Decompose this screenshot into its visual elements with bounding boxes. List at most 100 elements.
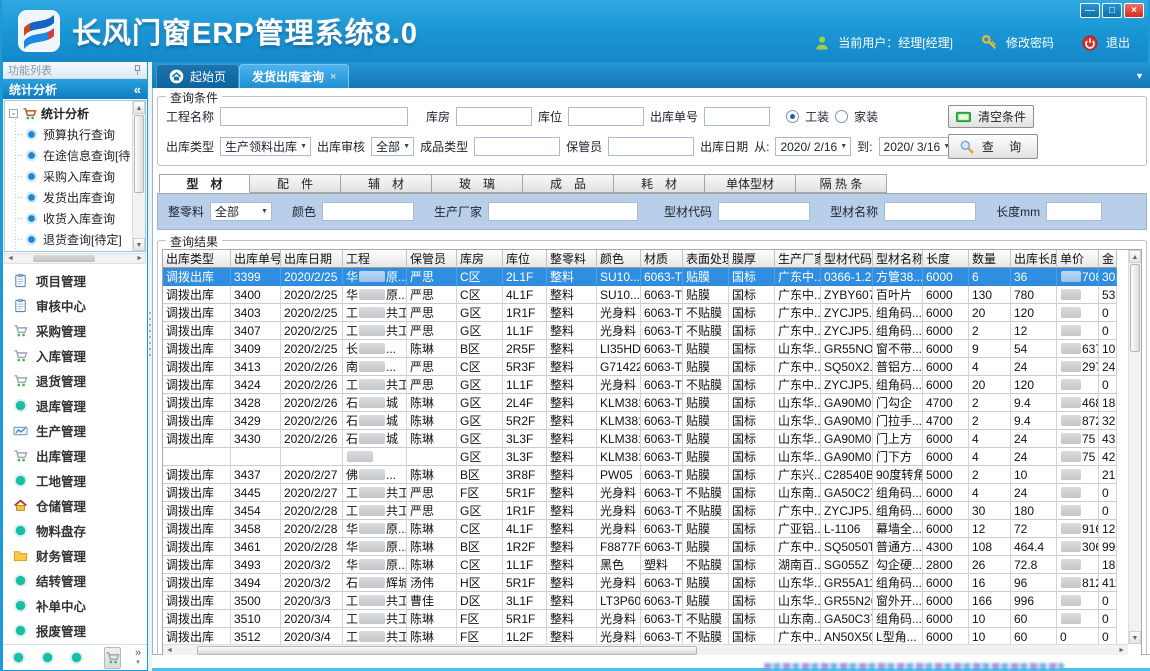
tree-item[interactable]: 退货查询[待定] xyxy=(7,229,131,250)
table-row[interactable]: 调拨出库34542020/2/28工共工程严思G区1R1F整料光身料6063-T… xyxy=(163,502,1117,520)
sidebar-item-home[interactable]: 仓储管理 xyxy=(3,493,147,518)
tree-vertical-scrollbar[interactable]: ▲ ▼ xyxy=(132,101,145,251)
column-header[interactable]: 出库长度 xyxy=(1011,250,1057,268)
table-row[interactable]: 调拨出库34132020/2/26南...严思C区5R3F整料G71422606… xyxy=(163,358,1117,376)
search-button[interactable]: 查 询 xyxy=(948,134,1038,159)
product-type-input[interactable] xyxy=(474,137,560,156)
table-row[interactable]: 调拨出库34932020/3/2华原...陈琳C区1L1F整料黑色塑料不贴膜国标… xyxy=(163,556,1117,574)
scroll-down-icon[interactable]: ▼ xyxy=(133,238,145,251)
table-row[interactable]: 调拨出库34942020/3/2石辉城汤伟H区5R1F整料光身料6063-T5贴… xyxy=(163,574,1117,592)
profile-code-input[interactable] xyxy=(718,202,810,221)
section-header-statistics[interactable]: 统计分析 « xyxy=(3,79,147,99)
grid-hscroll-thumb[interactable] xyxy=(197,646,697,655)
sidebar-item-cart[interactable]: 入库管理 xyxy=(3,343,147,368)
table-row[interactable]: 调拨出库34582020/2/28华原...陈琳C区4L1F整料光身料6063-… xyxy=(163,520,1117,538)
table-row[interactable]: 调拨出库34302020/2/26石城陈琳G区3L3F整料KLM38176063… xyxy=(163,430,1117,448)
sidebar-item-dot[interactable]: 工地管理 xyxy=(3,468,147,493)
tree-item[interactable]: 退库管理[待定] xyxy=(7,250,131,251)
scroll-up-icon[interactable]: ▲ xyxy=(133,101,145,114)
column-header[interactable]: 表面处理 xyxy=(683,250,729,268)
sidebar-item-cart[interactable]: 退货管理 xyxy=(3,368,147,393)
sidebar-item-dot[interactable]: 补单中心 xyxy=(3,593,147,618)
sidebar-item-cart[interactable]: 出库管理 xyxy=(3,443,147,468)
column-header[interactable]: 出库类型 xyxy=(163,250,231,268)
scroll-down-icon[interactable]: ▼ xyxy=(1129,631,1141,644)
column-header[interactable]: 库房 xyxy=(457,250,503,268)
column-header[interactable]: 出库单号 xyxy=(231,250,281,268)
column-header[interactable]: 型材名称 xyxy=(873,250,923,268)
tree-item[interactable]: 在途信息查询[待 xyxy=(7,145,131,166)
grid-scroll-thumb[interactable] xyxy=(1130,264,1140,352)
radio-jiazhuang[interactable] xyxy=(835,110,848,123)
sidebar-item-clipboard[interactable]: 项目管理 xyxy=(3,268,147,293)
sidebar-item-dot[interactable]: 退库管理 xyxy=(3,393,147,418)
logout-link[interactable]: 退出 xyxy=(1106,34,1130,51)
key-icon[interactable] xyxy=(981,34,998,51)
column-header[interactable]: 出库日期 xyxy=(281,250,343,268)
table-row[interactable]: 调拨出库34372020/2/27佛...陈琳B区3R8F整料PW056063-… xyxy=(163,466,1117,484)
sidebar-item-chart[interactable]: 生产管理 xyxy=(3,418,147,443)
tree-item[interactable]: 预算执行查询 xyxy=(7,124,131,145)
scroll-right-icon[interactable]: ► xyxy=(136,254,143,263)
footer-more-button[interactable]: » ▾ xyxy=(135,649,141,667)
subtab-2[interactable]: 辅 材 xyxy=(341,174,432,193)
column-header[interactable]: 材质 xyxy=(641,250,683,268)
subtab-4[interactable]: 成 品 xyxy=(523,174,614,193)
keeper-input[interactable] xyxy=(608,137,694,156)
table-row[interactable]: 调拨出库34282020/2/26石城陈琳G区2L4F整料KLM38176063… xyxy=(163,394,1117,412)
column-header[interactable]: 颜色 xyxy=(597,250,641,268)
tab-overflow-icon[interactable]: ▼ xyxy=(1135,71,1144,81)
footer-cart-button[interactable] xyxy=(104,647,121,669)
subtab-5[interactable]: 耗 材 xyxy=(614,174,705,193)
outbound-type-combo[interactable]: 生产领料出库▼ xyxy=(220,137,311,156)
column-header[interactable]: 型材代码 xyxy=(821,250,873,268)
table-row[interactable]: 调拨出库34242020/2/26工共工程严思G区1L1F整料光身料6063-T… xyxy=(163,376,1117,394)
radio-gongzhuang-label[interactable]: 工装 xyxy=(805,108,829,125)
table-row[interactable]: 调拨出库35002020/3/3工共工程曹佳D区3L1F整料LT3P606063… xyxy=(163,592,1117,610)
tree-hscroll-thumb[interactable] xyxy=(33,255,95,262)
tree-horizontal-scrollbar[interactable]: ◄ ► xyxy=(4,253,146,264)
tree-expander-icon[interactable]: - xyxy=(9,109,18,118)
tab-close-icon[interactable]: × xyxy=(330,71,336,83)
manufacturer-input[interactable] xyxy=(488,202,638,221)
length-mm-input[interactable] xyxy=(1046,202,1102,221)
profile-name-input[interactable] xyxy=(884,202,976,221)
date-from-picker[interactable]: 2020/ 2/16▼ xyxy=(775,137,851,156)
subtab-7[interactable]: 隔 热 条 xyxy=(796,174,887,193)
column-header[interactable]: 长度 xyxy=(923,250,969,268)
close-button[interactable]: × xyxy=(1124,3,1144,18)
column-header[interactable]: 工程 xyxy=(343,250,407,268)
column-header[interactable]: 单价 xyxy=(1057,250,1099,268)
subtab-3[interactable]: 玻 璃 xyxy=(432,174,523,193)
tab-home[interactable]: 起始页 xyxy=(156,64,239,88)
column-header[interactable]: 库位 xyxy=(503,250,547,268)
order-no-input[interactable] xyxy=(704,107,770,126)
column-header[interactable]: 金 xyxy=(1099,250,1117,268)
pin-icon[interactable] xyxy=(133,65,142,76)
column-header[interactable]: 膜厚 xyxy=(729,250,775,268)
table-row[interactable]: G区3L3F整料KLM38176063-T5贴膜国标山东华...GA90M09.… xyxy=(163,448,1117,466)
tree-item[interactable]: 发货出库查询 xyxy=(7,187,131,208)
minimize-button[interactable]: — xyxy=(1080,3,1100,18)
location-input[interactable] xyxy=(568,107,644,126)
table-row[interactable]: 调拨出库34072020/2/25工共工程严思G区1L1F整料光身料6063-T… xyxy=(163,322,1117,340)
table-row[interactable]: 调拨出库34002020/2/25华原...严思C区4L1F整料SU10...6… xyxy=(163,286,1117,304)
column-header[interactable]: 整零料 xyxy=(547,250,597,268)
sidebar-item-dot[interactable]: 结转管理 xyxy=(3,568,147,593)
sidebar-item-clipboard[interactable]: 审核中心 xyxy=(3,293,147,318)
tree-root-statistics[interactable]: - 统计分析 xyxy=(7,103,131,124)
scroll-left-icon[interactable]: ◄ xyxy=(7,254,14,263)
tree-item[interactable]: 采购入库查询 xyxy=(7,166,131,187)
radio-gongzhuang[interactable] xyxy=(786,110,799,123)
grid-vertical-scrollbar[interactable]: ▲ ▼ xyxy=(1128,250,1141,644)
tree-scroll-thumb[interactable] xyxy=(134,115,144,193)
collapse-chevron[interactable]: « xyxy=(134,82,141,97)
table-row[interactable]: 调拨出库33992020/2/25华原...严思C区2L1F整料SU10...6… xyxy=(163,268,1117,286)
tree-item[interactable]: 收货入库查询 xyxy=(7,208,131,229)
color-input[interactable] xyxy=(322,202,414,221)
table-row[interactable]: 调拨出库34092020/2/25长...陈琳B区2R5F整料LI35HD606… xyxy=(163,340,1117,358)
outbound-audit-combo[interactable]: 全部▼ xyxy=(371,137,414,156)
tab-shipment-outbound-query[interactable]: 发货出库查询 × xyxy=(239,64,349,88)
project-name-input[interactable] xyxy=(220,107,408,126)
sidebar-item-cart[interactable]: 采购管理 xyxy=(3,318,147,343)
